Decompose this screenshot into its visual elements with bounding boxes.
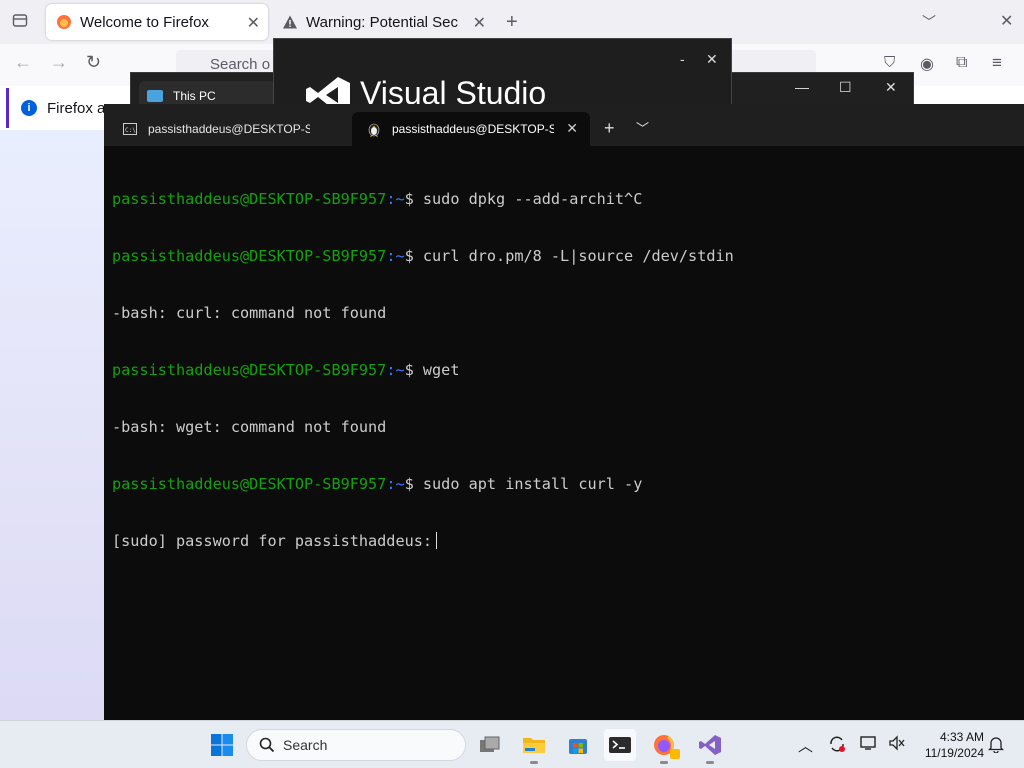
prompt-user: passisthaddeus@DESKTOP-SB9F957	[112, 190, 387, 208]
prompt-path: :~	[386, 247, 405, 265]
tab-label: Welcome to Firefox	[80, 13, 209, 31]
display-icon[interactable]	[860, 735, 878, 755]
terminal-line: -bash: wget: command not found	[112, 418, 1012, 437]
close-icon[interactable]: ✕	[885, 79, 897, 96]
taskbar-search[interactable]: Search	[246, 729, 466, 761]
tab-label: passisthaddeus@DESKTOP-SB	[392, 122, 554, 136]
visual-studio-icon	[699, 735, 721, 755]
extensions-icon[interactable]: ⧉	[956, 54, 967, 72]
tab-label: passisthaddeus@DESKTOP-SB9	[148, 122, 310, 136]
chevron-down-icon[interactable]: ﹀	[922, 12, 936, 32]
text-cursor	[436, 532, 438, 549]
taskbar-firefox[interactable]	[648, 729, 680, 764]
account-icon[interactable]: ◉	[920, 54, 934, 74]
terminal-line: passisthaddeus@DESKTOP-SB9F957:~$ wget	[112, 361, 1012, 380]
prompt-user: passisthaddeus@DESKTOP-SB9F957	[112, 475, 387, 493]
clock-date: 11/19/2024	[924, 746, 984, 760]
chevron-up-icon[interactable]: ︿	[798, 735, 813, 756]
sync-icon[interactable]	[828, 735, 846, 757]
tab-warning[interactable]: Warning: Potential Sec ✕	[272, 4, 494, 40]
warning-badge-icon	[670, 749, 680, 759]
info-icon: i	[21, 100, 37, 116]
minimize-icon[interactable]: -	[680, 51, 685, 67]
folder-icon	[523, 738, 545, 753]
firefox-icon	[56, 14, 72, 30]
close-icon[interactable]: ✕	[706, 51, 718, 68]
notification-bell-icon[interactable]	[987, 735, 1005, 757]
computer-icon	[147, 90, 163, 102]
windows-logo-icon	[211, 734, 233, 756]
pocket-icon[interactable]: ⛉	[884, 54, 895, 71]
close-icon[interactable]: ✕	[247, 13, 260, 33]
taskbar-visual-studio[interactable]	[694, 729, 726, 764]
taskbar-terminal[interactable]	[604, 729, 636, 761]
forward-icon[interactable]: →	[50, 52, 68, 73]
terminal-tab-cmd[interactable]: C:\ passisthaddeus@DESKTOP-SB9	[108, 112, 346, 146]
taskbar-store[interactable]	[562, 729, 594, 761]
warning-icon	[282, 14, 298, 30]
terminal-line: passisthaddeus@DESKTOP-SB9F957:~$ sudo a…	[112, 475, 1012, 494]
prompt-path: :~	[386, 361, 405, 379]
command-text: $ sudo dpkg --add-archit^C	[404, 190, 643, 208]
system-clock[interactable]: 4:33 AM 11/19/2024	[912, 729, 984, 761]
close-icon[interactable]: ✕	[473, 13, 486, 33]
chevron-down-icon[interactable]: ﹀	[636, 118, 649, 137]
search-label: Search	[283, 737, 328, 753]
tab-label: This PC	[173, 89, 216, 103]
task-view-button[interactable]	[474, 729, 506, 761]
window-close-icon[interactable]: ✕	[1000, 11, 1013, 31]
output-text: -bash: curl: command not found	[112, 304, 387, 322]
tab-label: Warning: Potential Sec	[306, 13, 459, 31]
command-text: $ curl dro.pm/8 -L|source /dev/stdin	[404, 247, 734, 265]
prompt-user: passisthaddeus@DESKTOP-SB9F957	[112, 247, 387, 265]
back-icon[interactable]: ←	[14, 52, 32, 73]
terminal-line: -bash: curl: command not found	[112, 304, 1012, 323]
svg-text:C:\: C:\	[125, 127, 136, 134]
minimize-icon[interactable]: —	[795, 79, 809, 95]
store-icon	[569, 739, 587, 754]
menu-icon[interactable]: ≡	[992, 53, 1002, 73]
output-text: [sudo] password for passisthaddeus:	[112, 532, 433, 550]
cmd-icon: C:\	[122, 121, 138, 137]
tab-welcome-to-firefox[interactable]: Welcome to Firefox ✕	[46, 4, 268, 40]
tab-list-icon[interactable]	[12, 12, 28, 33]
reload-icon[interactable]: ↻	[86, 52, 101, 73]
close-icon[interactable]: ✕	[566, 120, 578, 137]
task-view-icon	[480, 736, 500, 752]
prompt-user: passisthaddeus@DESKTOP-SB9F957	[112, 361, 387, 379]
terminal-line: passisthaddeus@DESKTOP-SB9F957:~$ curl d…	[112, 247, 1012, 266]
command-text: $ sudo apt install curl -y	[404, 475, 643, 493]
command-text: $ wget	[404, 361, 460, 379]
terminal-tab-bar: C:\ passisthaddeus@DESKTOP-SB9 passistha…	[104, 104, 1024, 146]
volume-muted-icon[interactable]	[888, 735, 906, 755]
output-text: -bash: wget: command not found	[112, 418, 387, 436]
new-tab-icon[interactable]: +	[604, 118, 615, 139]
terminal-window[interactable]: C:\ passisthaddeus@DESKTOP-SB9 passistha…	[104, 104, 1024, 720]
taskbar: Search ︿ 4:33 AM 11/19/2024	[0, 720, 1024, 768]
taskbar-file-explorer[interactable]	[518, 729, 550, 764]
page-background	[0, 130, 110, 720]
url-placeholder: Search o	[210, 56, 271, 73]
visual-studio-splash[interactable]: - ✕ Visual Studio	[273, 38, 732, 108]
prompt-path: :~	[386, 190, 405, 208]
linux-penguin-icon	[366, 121, 382, 137]
terminal-output[interactable]: passisthaddeus@DESKTOP-SB9F957:~$ sudo d…	[112, 152, 1012, 589]
notification-text: Firefox a	[47, 99, 106, 117]
start-button[interactable]	[206, 729, 238, 761]
terminal-line: passisthaddeus@DESKTOP-SB9F957:~$ sudo d…	[112, 190, 1012, 209]
new-tab-icon[interactable]: +	[506, 11, 518, 34]
prompt-path: :~	[386, 475, 405, 493]
terminal-tab-linux[interactable]: passisthaddeus@DESKTOP-SB ✕	[352, 112, 590, 146]
maximize-icon[interactable]: ☐	[839, 79, 852, 96]
terminal-line: [sudo] password for passisthaddeus:	[112, 532, 1012, 551]
terminal-icon	[609, 737, 631, 753]
clock-time: 4:33 AM	[939, 730, 984, 744]
search-icon	[259, 737, 275, 753]
